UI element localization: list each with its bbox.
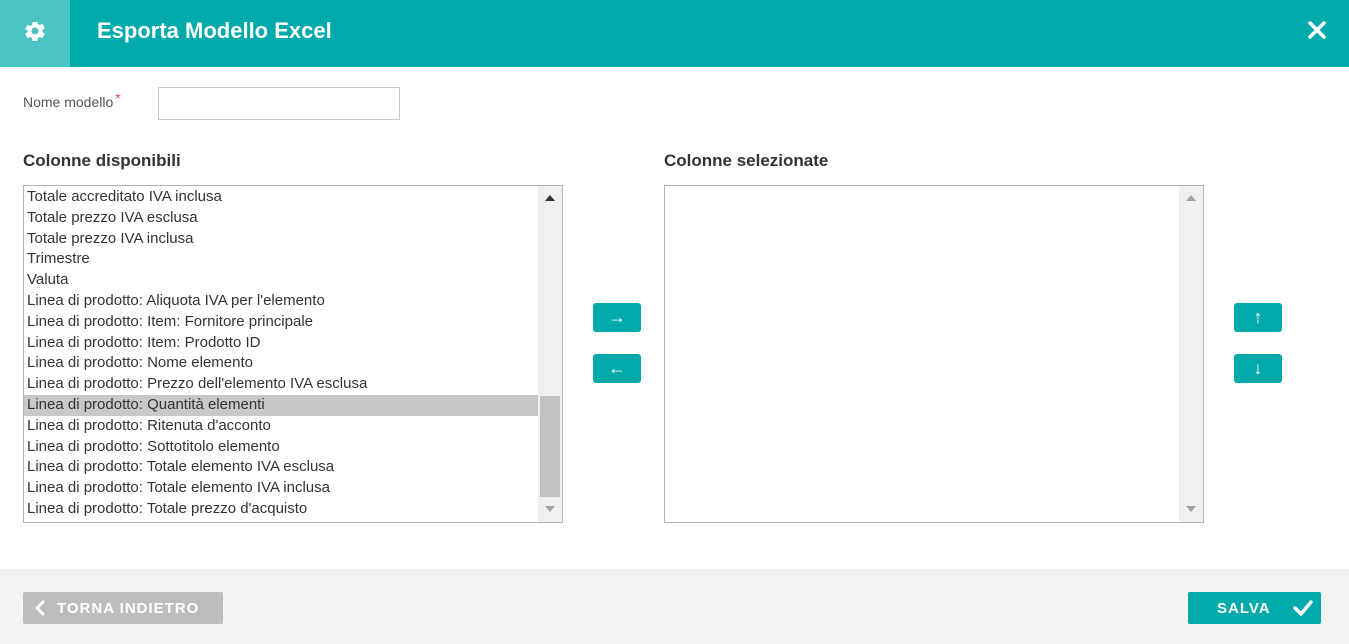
checkmark-icon bbox=[1293, 599, 1313, 621]
model-name-label-text: Nome modello bbox=[23, 94, 114, 110]
list-item[interactable]: Linea di prodotto: Nome elemento bbox=[24, 353, 545, 374]
list-item[interactable]: Linea di prodotto: Sottotitolo elemento bbox=[24, 437, 545, 458]
arrow-up-icon: ↑ bbox=[1253, 307, 1263, 327]
list-item[interactable]: Linea di prodotto: Item: Prodotto ID bbox=[24, 333, 545, 354]
save-button[interactable]: SALVA bbox=[1188, 592, 1321, 624]
dialog-title: Esporta Modello Excel bbox=[97, 18, 332, 43]
model-name-input[interactable] bbox=[158, 87, 400, 120]
back-button-label: TORNA INDIETRO bbox=[57, 599, 200, 617]
list-item[interactable]: Valuta bbox=[24, 270, 545, 291]
available-columns-items: Totale accreditato IVA inclusa Totale pre… bbox=[24, 187, 545, 520]
selected-columns-title: Colonne selezionate bbox=[664, 151, 829, 170]
scroll-up-icon[interactable] bbox=[1186, 195, 1196, 201]
arrow-down-icon: ↓ bbox=[1253, 358, 1263, 378]
settings-button[interactable] bbox=[0, 0, 70, 67]
save-button-label: SALVA bbox=[1217, 599, 1271, 617]
add-column-button[interactable]: → bbox=[593, 303, 641, 332]
list-item[interactable]: Linea di prodotto: Quantità elementi bbox=[24, 394, 545, 416]
list-item[interactable]: Linea di prodotto: Totale elemento IVA e… bbox=[24, 457, 545, 478]
scroll-down-icon[interactable] bbox=[545, 506, 555, 512]
remove-column-button[interactable]: ← bbox=[593, 354, 641, 383]
list-item[interactable]: Linea di prodotto: Aliquota IVA per l'el… bbox=[24, 291, 545, 312]
available-columns-title: Colonne disponibili bbox=[23, 151, 181, 170]
move-up-button[interactable]: ↑ bbox=[1234, 303, 1282, 332]
scrollbar-thumb[interactable] bbox=[540, 396, 560, 497]
selected-columns-scrollbar[interactable] bbox=[1179, 186, 1203, 522]
arrow-left-icon: ← bbox=[608, 358, 626, 378]
gear-icon bbox=[23, 19, 47, 48]
move-down-button[interactable]: ↓ bbox=[1234, 354, 1282, 383]
list-item[interactable]: Trimestre bbox=[24, 249, 545, 270]
list-item[interactable]: Totale prezzo IVA esclusa bbox=[24, 208, 545, 229]
close-icon bbox=[1308, 20, 1326, 44]
list-item[interactable]: Linea di prodotto: Ritenuta d'acconto bbox=[24, 416, 545, 437]
available-columns-list[interactable]: Totale accreditato IVA inclusa Totale pre… bbox=[23, 185, 563, 523]
scroll-down-icon[interactable] bbox=[1186, 506, 1196, 512]
list-item[interactable]: Linea di prodotto: Prezzo dell'elemento … bbox=[24, 374, 545, 395]
arrow-right-icon: → bbox=[608, 307, 626, 327]
back-button[interactable]: TORNA INDIETRO bbox=[23, 592, 223, 624]
model-name-label: Nome modello * bbox=[23, 90, 121, 110]
dialog-header: Esporta Modello Excel bbox=[0, 0, 1349, 67]
scroll-up-icon[interactable] bbox=[545, 195, 555, 201]
selected-columns-list[interactable] bbox=[664, 185, 1204, 523]
required-marker: * bbox=[115, 90, 121, 106]
list-item[interactable]: Linea di prodotto: Totale prezzo d'acqui… bbox=[24, 499, 545, 520]
list-item[interactable]: Totale accreditato IVA inclusa bbox=[24, 187, 545, 208]
list-item[interactable]: Linea di prodotto: Totale elemento IVA i… bbox=[24, 478, 545, 499]
chevron-left-icon bbox=[35, 600, 45, 616]
available-columns-scrollbar[interactable] bbox=[538, 186, 562, 522]
list-item[interactable]: Totale prezzo IVA inclusa bbox=[24, 229, 545, 250]
close-button[interactable] bbox=[1304, 19, 1330, 45]
list-item[interactable]: Linea di prodotto: Item: Fornitore princ… bbox=[24, 312, 545, 333]
